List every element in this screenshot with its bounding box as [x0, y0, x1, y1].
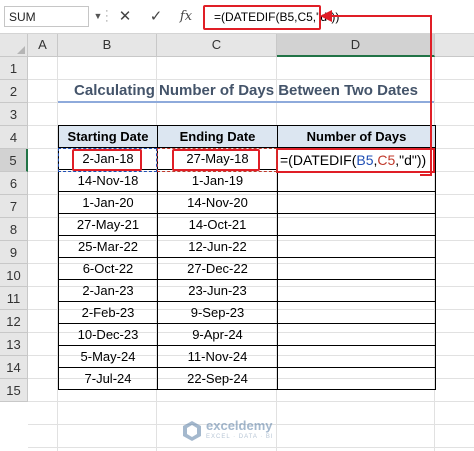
- row-header-10[interactable]: 10: [0, 264, 28, 287]
- cancel-icon[interactable]: ✕: [113, 6, 137, 27]
- starting-date-cell[interactable]: 2-Jan-23: [58, 279, 158, 302]
- header-ending-date[interactable]: Ending Date: [157, 125, 278, 148]
- row-header-14[interactable]: 14: [0, 356, 28, 379]
- starting-date-cell[interactable]: 25-Mar-22: [58, 235, 158, 258]
- row-header-13[interactable]: 13: [0, 333, 28, 356]
- starting-date-cell[interactable]: 7-Jul-24: [58, 367, 158, 390]
- row-header-4[interactable]: 4: [0, 126, 28, 149]
- row-header-7[interactable]: 7: [0, 195, 28, 218]
- sheet-title: Calculating Number of Days Between Two D…: [58, 80, 434, 103]
- starting-date-cell[interactable]: 1-Jan-20: [58, 191, 158, 214]
- ending-date-cell[interactable]: 1-Jan-19: [157, 169, 278, 192]
- ending-date-cell[interactable]: 9-Sep-23: [157, 301, 278, 324]
- column-header-b[interactable]: B: [58, 34, 157, 57]
- formula-bar: SUM ▼ · · · ✕ ✓ fx =(DATEDIF(B5,C5,"d")): [0, 0, 474, 34]
- starting-date-cell[interactable]: 6-Oct-22: [58, 257, 158, 280]
- row-header-15[interactable]: 15: [0, 379, 28, 402]
- days-cell[interactable]: [277, 279, 436, 302]
- ending-date-cell[interactable]: 14-Nov-20: [157, 191, 278, 214]
- table-row: 5-May-24 11-Nov-24: [58, 345, 436, 368]
- table-row: 7-Jul-24 22-Sep-24: [58, 367, 436, 390]
- days-cell[interactable]: [277, 257, 436, 280]
- table-row: 2-Jan-23 23-Jun-23: [58, 279, 436, 302]
- row-header-2[interactable]: 2: [0, 80, 28, 103]
- ending-date-cell[interactable]: 27-Dec-22: [157, 257, 278, 280]
- starting-date-cell[interactable]: 5-May-24: [58, 345, 158, 368]
- formula-suffix: ,"d")): [395, 152, 427, 168]
- ending-date-cell[interactable]: 11-Nov-24: [157, 345, 278, 368]
- table-row: 10-Dec-23 9-Apr-24: [58, 323, 436, 346]
- table-row: 6-Oct-22 27-Dec-22: [58, 257, 436, 280]
- ending-date-cell[interactable]: 9-Apr-24: [157, 323, 278, 346]
- name-box[interactable]: SUM: [4, 6, 89, 27]
- column-header-c[interactable]: C: [157, 34, 277, 57]
- table-row: 1-Jan-20 14-Nov-20: [58, 191, 436, 214]
- arrow-head-icon: [320, 10, 332, 22]
- highlight-box-c5: [172, 149, 260, 171]
- days-cell[interactable]: [277, 367, 436, 390]
- formula-bar-splitter-icon[interactable]: · · ·: [105, 6, 109, 27]
- starting-date-cell[interactable]: 10-Dec-23: [58, 323, 158, 346]
- arrow-horizontal: [327, 15, 432, 17]
- row-header-8[interactable]: 8: [0, 218, 28, 241]
- insert-function-icon[interactable]: fx: [174, 6, 198, 27]
- formula-prefix: =(DATEDIF(: [280, 152, 357, 168]
- starting-date-cell[interactable]: 2-Feb-23: [58, 301, 158, 324]
- days-cell[interactable]: [277, 213, 436, 236]
- days-cell[interactable]: [277, 345, 436, 368]
- watermark-name: exceldemy: [206, 418, 273, 433]
- ending-date-cell[interactable]: 23-Jun-23: [157, 279, 278, 302]
- column-header-a[interactable]: A: [28, 34, 58, 57]
- select-all-corner[interactable]: [0, 34, 28, 57]
- watermark-subtitle: EXCEL · DATA · BI: [206, 434, 274, 440]
- enter-icon[interactable]: ✓: [144, 6, 168, 27]
- starting-date-cell[interactable]: 14-Nov-18: [58, 169, 158, 192]
- column-header-d[interactable]: D: [277, 34, 435, 57]
- days-cell[interactable]: [277, 235, 436, 258]
- active-cell-d5[interactable]: =(DATEDIF(B5,C5,"d")): [276, 148, 435, 173]
- row-header-11[interactable]: 11: [0, 287, 28, 310]
- row-header-12[interactable]: 12: [0, 310, 28, 333]
- row-header-9[interactable]: 9: [0, 241, 28, 264]
- header-starting-date[interactable]: Starting Date: [58, 125, 158, 148]
- exceldemy-watermark: exceldemy EXCEL · DATA · BI: [180, 418, 310, 448]
- table-row: 25-Mar-22 12-Jun-22: [58, 235, 436, 258]
- ending-date-cell[interactable]: 22-Sep-24: [157, 367, 278, 390]
- exceldemy-logo-icon: [183, 421, 201, 441]
- starting-date-cell[interactable]: 27-May-21: [58, 213, 158, 236]
- days-cell[interactable]: [277, 191, 436, 214]
- formula-ref-b5: B5: [356, 152, 374, 168]
- row-header-1[interactable]: 1: [0, 57, 28, 80]
- formula-highlight-box: [203, 5, 321, 30]
- column-header-e[interactable]: [435, 34, 474, 57]
- table-row: 2-Feb-23 9-Sep-23: [58, 301, 436, 324]
- ending-date-cell[interactable]: 12-Jun-22: [157, 235, 278, 258]
- arrow-bottom: [420, 174, 432, 176]
- name-box-dropdown-icon[interactable]: ▼: [91, 6, 105, 27]
- formula-ref-c5: C5: [377, 152, 396, 168]
- days-cell[interactable]: [277, 323, 436, 346]
- days-cell[interactable]: [277, 301, 436, 324]
- row-header-3[interactable]: 3: [0, 103, 28, 126]
- highlight-box-b5: [72, 149, 142, 171]
- ending-date-cell[interactable]: 14-Oct-21: [157, 213, 278, 236]
- row-header-6[interactable]: 6: [0, 172, 28, 195]
- row-header-5[interactable]: 5: [0, 149, 28, 172]
- table-row: 27-May-21 14-Oct-21: [58, 213, 436, 236]
- arrow-vertical: [430, 15, 432, 175]
- header-number-of-days[interactable]: Number of Days: [277, 125, 436, 148]
